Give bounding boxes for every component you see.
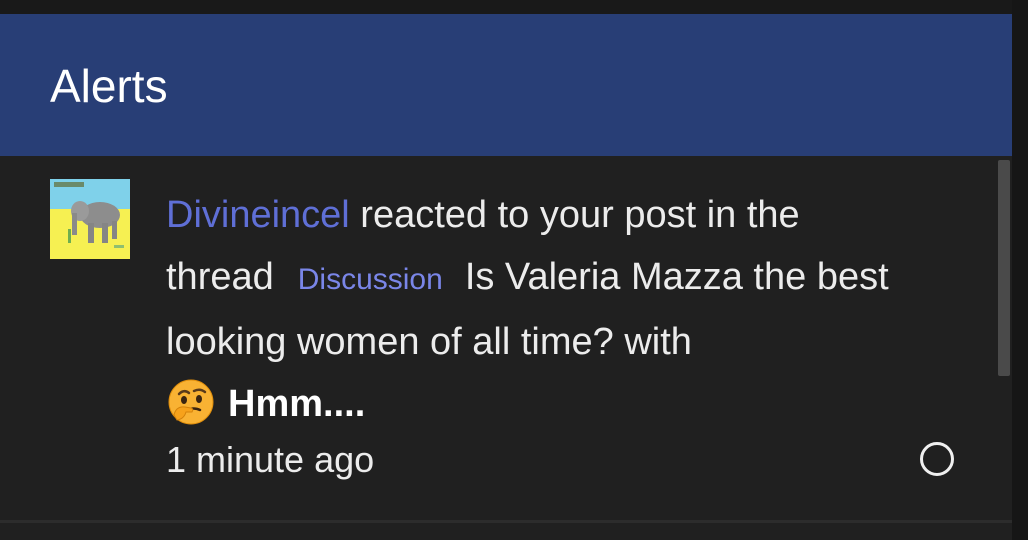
alert-username-link[interactable]: Divineincel	[166, 194, 350, 236]
alert-message: Divineincel reacted to your post in the …	[166, 184, 926, 435]
alerts-title: Alerts	[50, 60, 168, 112]
scrollbar-thumb[interactable]	[998, 160, 1010, 376]
top-strip	[0, 0, 1028, 14]
alert-timestamp: 1 minute ago	[166, 439, 375, 480]
thread-prefix-badge[interactable]: Discussion	[298, 263, 443, 296]
avatar[interactable]	[50, 179, 130, 259]
thinking-face-icon	[166, 377, 216, 427]
alert-with-text: with	[613, 321, 692, 363]
reaction-label: Hmm....	[228, 383, 366, 425]
alerts-header: Alerts	[0, 14, 1012, 156]
alert-divider	[0, 520, 1012, 523]
thread-title-link[interactable]: Is Valeria Mazza the best looking women …	[166, 256, 889, 363]
mark-read-toggle[interactable]	[920, 442, 954, 476]
right-edge	[1012, 0, 1028, 540]
avatar-image	[50, 179, 130, 259]
reaction-line: Hmm....	[166, 373, 926, 435]
